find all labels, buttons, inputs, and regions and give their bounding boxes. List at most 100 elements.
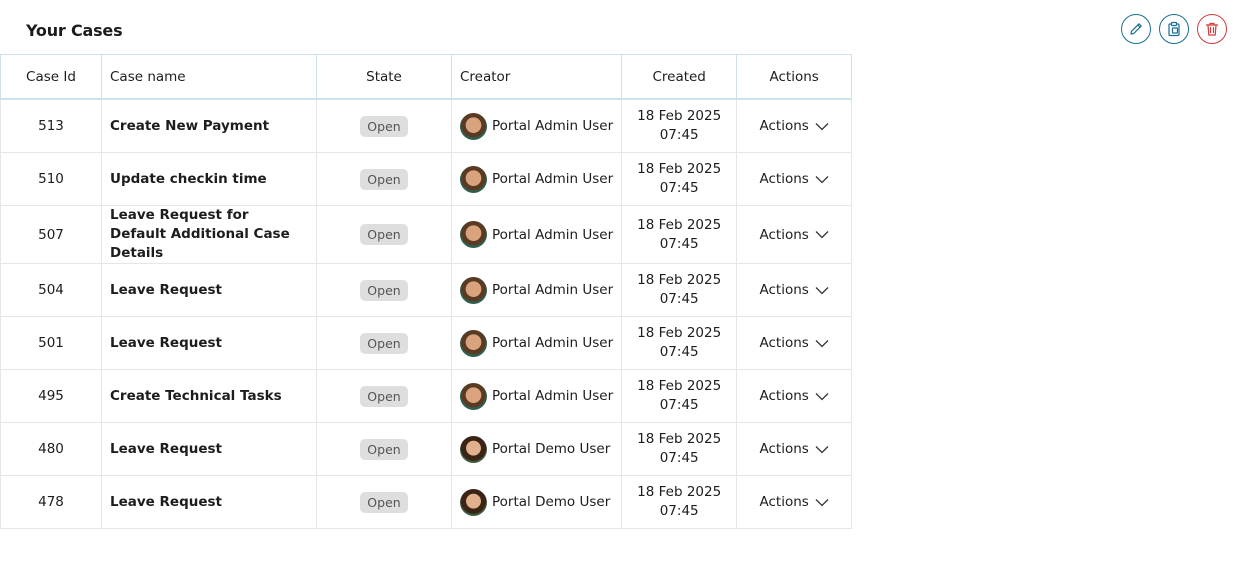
case-name-cell[interactable]: Leave Request — [101, 263, 317, 317]
actions-cell: Actions — [736, 369, 853, 423]
table-row[interactable]: 478 Leave Request Open Portal Demo User … — [0, 475, 853, 529]
actions-cell: Actions — [736, 205, 853, 264]
created-date: 18 Feb 2025 — [637, 108, 722, 124]
created-cell: 18 Feb 2025 07:45 — [621, 98, 738, 153]
actions-label: Actions — [759, 441, 809, 457]
chevron-down-icon — [815, 231, 829, 239]
table-row[interactable]: 495 Create Technical Tasks Open Portal A… — [0, 369, 853, 423]
case-name-cell[interactable]: Leave Request — [101, 422, 317, 476]
trash-icon — [1205, 22, 1219, 36]
table-row[interactable]: 507 Leave Request for Default Additional… — [0, 205, 853, 264]
actions-label: Actions — [759, 171, 809, 187]
case-id-cell: 478 — [0, 475, 102, 529]
header-state[interactable]: State — [316, 54, 452, 100]
cases-widget: Your Cases Case Id Case name State Creat… — [0, 0, 1252, 580]
status-badge: Open — [360, 438, 408, 460]
creator-cell: Portal Admin User — [450, 205, 623, 264]
actions-dropdown-button[interactable]: Actions — [760, 171, 829, 187]
actions-label: Actions — [759, 226, 809, 243]
case-name-cell[interactable]: Create New Payment — [101, 98, 317, 153]
header-creator[interactable]: Creator — [450, 54, 623, 100]
state-cell: Open — [316, 422, 452, 476]
state-cell: Open — [316, 475, 452, 529]
widget-toolbar — [1121, 14, 1227, 44]
actions-dropdown-button[interactable]: Actions — [760, 441, 829, 457]
status-badge: Open — [360, 224, 408, 245]
created-cell: 18 Feb 2025 07:45 — [621, 422, 738, 476]
actions-dropdown-button[interactable]: Actions — [760, 282, 829, 298]
actions-dropdown-button[interactable]: Actions — [760, 494, 829, 510]
table-row[interactable]: 480 Leave Request Open Portal Demo User … — [0, 422, 853, 476]
avatar — [460, 382, 487, 410]
status-badge: Open — [360, 332, 408, 354]
table-row[interactable]: 504 Leave Request Open Portal Admin User… — [0, 263, 853, 317]
table-row[interactable]: 513 Create New Payment Open Portal Admin… — [0, 98, 853, 153]
actions-dropdown-button[interactable]: Actions — [760, 335, 829, 351]
avatar — [460, 488, 487, 516]
chevron-down-icon — [815, 122, 829, 130]
header-actions: Actions — [736, 54, 853, 100]
table-row[interactable]: 501 Leave Request Open Portal Admin User… — [0, 316, 853, 370]
case-name-cell[interactable]: Leave Request for Default Additional Cas… — [101, 205, 317, 264]
actions-label: Actions — [759, 335, 809, 351]
actions-label: Actions — [759, 494, 809, 510]
delete-button[interactable] — [1197, 14, 1227, 44]
case-name[interactable]: Leave Request — [110, 494, 222, 510]
chevron-down-icon — [815, 498, 829, 506]
case-id: 510 — [38, 171, 64, 187]
case-id-cell: 513 — [0, 98, 102, 153]
created-time: 07:45 — [659, 235, 699, 252]
case-id: 504 — [38, 282, 64, 298]
actions-dropdown-button[interactable]: Actions — [760, 388, 829, 404]
chevron-down-icon — [815, 445, 829, 453]
state-cell: Open — [316, 369, 452, 423]
header-case-id[interactable]: Case Id — [0, 54, 102, 100]
created-date: 18 Feb 2025 — [637, 272, 722, 288]
case-id-cell: 504 — [0, 263, 102, 317]
creator-cell: Portal Demo User — [450, 422, 623, 476]
created-date: 18 Feb 2025 — [637, 325, 722, 341]
actions-label: Actions — [759, 282, 809, 298]
created-time: 07:45 — [659, 127, 699, 143]
case-name-cell[interactable]: Leave Request — [101, 316, 317, 370]
creator-name: Portal Admin User — [492, 282, 614, 298]
table-row[interactable]: 510 Update checkin time Open Portal Admi… — [0, 152, 853, 206]
status-badge: Open — [360, 168, 408, 190]
case-id-cell: 501 — [0, 316, 102, 370]
case-name-cell[interactable]: Update checkin time — [101, 152, 317, 206]
status-badge: Open — [360, 385, 408, 407]
created-date: 18 Feb 2025 — [637, 161, 722, 177]
case-id-cell: 510 — [0, 152, 102, 206]
case-name-cell[interactable]: Create Technical Tasks — [101, 369, 317, 423]
case-name[interactable]: Leave Request for Default Additional Cas… — [110, 207, 290, 261]
header-created[interactable]: Created — [621, 54, 738, 100]
status-badge: Open — [360, 279, 408, 301]
created-cell: 18 Feb 2025 07:45 — [621, 263, 738, 317]
actions-cell: Actions — [736, 98, 853, 153]
clipboard-button[interactable] — [1159, 14, 1189, 44]
avatar — [460, 435, 487, 463]
actions-label: Actions — [759, 388, 809, 404]
case-name-cell[interactable]: Leave Request — [101, 475, 317, 529]
case-id: 501 — [38, 335, 64, 351]
actions-dropdown-button[interactable]: Actions — [760, 227, 829, 243]
creator-cell: Portal Admin User — [450, 369, 623, 423]
case-name[interactable]: Create New Payment — [110, 118, 269, 134]
case-name[interactable]: Create Technical Tasks — [110, 388, 282, 404]
widget-title: Your Cases — [26, 21, 123, 40]
created-time: 07:45 — [659, 450, 699, 466]
created-cell: 18 Feb 2025 07:45 — [621, 316, 738, 370]
table-header-row: Case Id Case name State Creator Created … — [0, 54, 853, 100]
actions-dropdown-button[interactable]: Actions — [760, 118, 829, 134]
chevron-down-icon — [815, 339, 829, 347]
creator-name: Portal Demo User — [492, 441, 611, 457]
case-id: 478 — [38, 494, 64, 510]
case-name[interactable]: Leave Request — [110, 282, 222, 298]
header-case-name[interactable]: Case name — [101, 54, 317, 100]
actions-cell: Actions — [736, 422, 853, 476]
case-name[interactable]: Leave Request — [110, 441, 222, 457]
edit-button[interactable] — [1121, 14, 1151, 44]
case-name[interactable]: Leave Request — [110, 335, 222, 351]
case-name[interactable]: Update checkin time — [110, 171, 267, 187]
creator-cell: Portal Admin User — [450, 152, 623, 206]
